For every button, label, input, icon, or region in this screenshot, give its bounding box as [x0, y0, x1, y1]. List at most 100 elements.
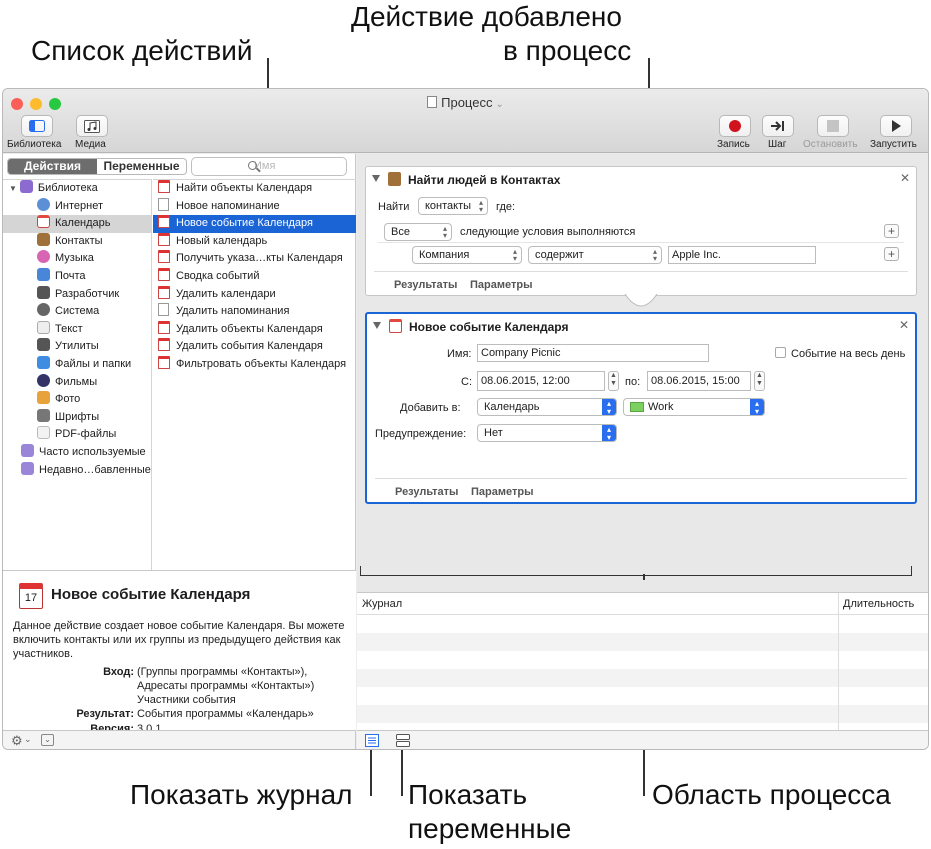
find-type-select[interactable]: контакты ▴ ▾	[418, 197, 488, 215]
action-item[interactable]: Удалить объекты Календаря	[153, 320, 356, 339]
library-item-label: Почта	[55, 270, 86, 282]
disclosure-triangle-icon[interactable]: ▼	[9, 184, 17, 193]
stepper-arrows-icon: ▴ ▾	[652, 247, 657, 263]
run-button[interactable]	[880, 115, 912, 137]
library-item[interactable]: Файлы и папки	[3, 356, 151, 374]
library-label: Библиотека	[7, 139, 62, 150]
all-day-checkbox[interactable]	[775, 347, 786, 358]
show-log-icon[interactable]	[365, 734, 379, 747]
library-item[interactable]: Интернет	[3, 197, 151, 216]
library-item[interactable]: Контакты	[3, 232, 151, 251]
library-item[interactable]: Музыка	[3, 250, 151, 268]
library-item[interactable]: Календарь	[3, 215, 151, 233]
description-toggle-button[interactable]: ⌄	[41, 734, 54, 746]
workflow-area[interactable]: Найти людей в Контактах ✕ Найти контакты…	[357, 154, 928, 576]
close-icon[interactable]: ✕	[899, 318, 909, 332]
library-item[interactable]: Почта	[3, 268, 151, 286]
library-item-label: Файлы и папки	[55, 358, 132, 370]
library-item[interactable]: Фото	[3, 391, 151, 409]
action-item-label: Удалить события Календаря	[176, 340, 323, 353]
tab-actions[interactable]: Действия	[8, 159, 97, 174]
disclosure-triangle-icon[interactable]	[373, 322, 381, 329]
library-item[interactable]: Утилиты	[3, 338, 151, 356]
action-item[interactable]: Новое напоминание	[153, 197, 356, 216]
action-item-label: Фильтровать объекты Календаря	[176, 358, 347, 370]
parameters-tab[interactable]: Параметры	[470, 279, 532, 291]
operator-select[interactable]: содержит ▴ ▾	[528, 246, 662, 264]
library-item[interactable]: Часто используемые	[3, 444, 151, 462]
library-item[interactable]: Фильмы	[3, 373, 151, 392]
event-name-input[interactable]: Company Picnic	[477, 344, 709, 362]
search-input[interactable]: Имя	[191, 157, 347, 176]
window-title[interactable]: Процесс ⌄	[3, 95, 928, 110]
library-item[interactable]: Система	[3, 303, 151, 321]
results-tab[interactable]: Результаты	[394, 279, 457, 291]
library-item-label: PDF-файлы	[55, 428, 117, 441]
record-label: Запись	[717, 139, 750, 150]
library-item[interactable]: Разработчик	[3, 285, 151, 304]
library-item-label: Шрифты	[55, 410, 100, 423]
action-item[interactable]: Найти объекты Календаря	[153, 180, 356, 198]
start-date-input[interactable]: 08.06.2015, 12:00	[477, 371, 605, 391]
library-button[interactable]	[21, 115, 53, 137]
calendar-app-select[interactable]: Календарь ▴ ▾	[477, 398, 617, 416]
show-variables-icon[interactable]	[396, 734, 410, 747]
condition-value-input[interactable]: Apple Inc.	[668, 246, 816, 264]
disclosure-triangle-icon[interactable]	[372, 175, 380, 182]
contacts-icon	[388, 172, 401, 186]
action-item[interactable]: Удалить календари	[153, 285, 356, 304]
gear-icon[interactable]: ⚙	[11, 733, 23, 749]
action-item[interactable]: Новый календарь	[153, 232, 356, 251]
calendar-select[interactable]: Work ▴ ▾	[623, 398, 765, 416]
results-tab[interactable]: Результаты	[395, 486, 458, 498]
tab-variables[interactable]: Переменные	[97, 159, 186, 174]
end-date-input[interactable]: 08.06.2015, 15:00	[647, 371, 751, 391]
library-item-label: Утилиты	[55, 340, 99, 353]
alert-select[interactable]: Нет ▴ ▾	[477, 424, 617, 442]
library-item[interactable]: Шрифты	[3, 408, 151, 427]
add-condition-button[interactable]: +	[884, 224, 899, 238]
stop-button[interactable]	[817, 115, 849, 137]
action-item[interactable]: Удалить напоминания	[153, 303, 356, 321]
all-any-select[interactable]: Все ▴ ▾	[384, 223, 452, 241]
action-item[interactable]: Получить указа…кты Календаря	[153, 250, 356, 268]
step-button[interactable]	[762, 115, 794, 137]
record-button[interactable]	[719, 115, 751, 137]
action-item[interactable]: Фильтровать объекты Календаря	[153, 356, 356, 374]
field-select[interactable]: Компания ▴ ▾	[412, 246, 522, 264]
alert-label: Предупреждение:	[375, 428, 467, 440]
library-item[interactable]: Текст	[3, 320, 151, 339]
action-item[interactable]: Удалить события Календаря	[153, 338, 356, 356]
library-item[interactable]: PDF-файлы	[3, 426, 151, 444]
library-item[interactable]: Недавно…бавленные	[3, 461, 151, 480]
input-key: Вход:	[103, 666, 134, 678]
add-subcondition-button[interactable]: +	[884, 247, 899, 261]
library-item-label: Библиотека	[37, 182, 98, 194]
action-card-new-event[interactable]: Новое событие Календаря ✕ Имя: Company P…	[365, 312, 917, 504]
media-button[interactable]	[76, 115, 108, 137]
run-label: Запустить	[870, 139, 917, 150]
calendar-icon	[158, 320, 170, 334]
smart-folder-icon	[21, 444, 34, 457]
end-date-stepper[interactable]: ▲ ▼	[754, 371, 765, 391]
log-column-header[interactable]: Журнал	[362, 598, 402, 610]
library-item[interactable]: ▼ Библиотека	[3, 180, 151, 198]
calendar-icon	[158, 268, 170, 281]
close-icon[interactable]: ✕	[900, 171, 910, 185]
log-header: Журнал Длительность	[357, 593, 928, 615]
action-item[interactable]: Новое событие Календаря	[153, 215, 356, 233]
stepper-arrows-icon: ▴ ▾	[602, 399, 616, 416]
add-to-label: Добавить в:	[400, 402, 461, 414]
action-item-label: Удалить календари	[176, 287, 276, 300]
parameters-tab[interactable]: Параметры	[471, 486, 533, 498]
action-card-find-people[interactable]: Найти людей в Контактах ✕ Найти контакты…	[365, 166, 917, 296]
text-icon	[37, 320, 50, 334]
duration-column-header[interactable]: Длительность	[843, 598, 914, 610]
start-date-stepper[interactable]: ▲ ▼	[608, 371, 619, 391]
action-item[interactable]: Сводка событий	[153, 268, 356, 286]
library-pane: Действия Переменные Имя ▼ Библиотека Инте…	[3, 154, 356, 735]
actions-variables-toggle: Действия Переменные	[7, 158, 187, 175]
action-item-label: Новый календарь	[176, 234, 268, 247]
stepper-arrows-icon: ▴ ▾	[512, 247, 517, 263]
stepper-arrows-icon: ▴ ▾	[442, 224, 447, 240]
